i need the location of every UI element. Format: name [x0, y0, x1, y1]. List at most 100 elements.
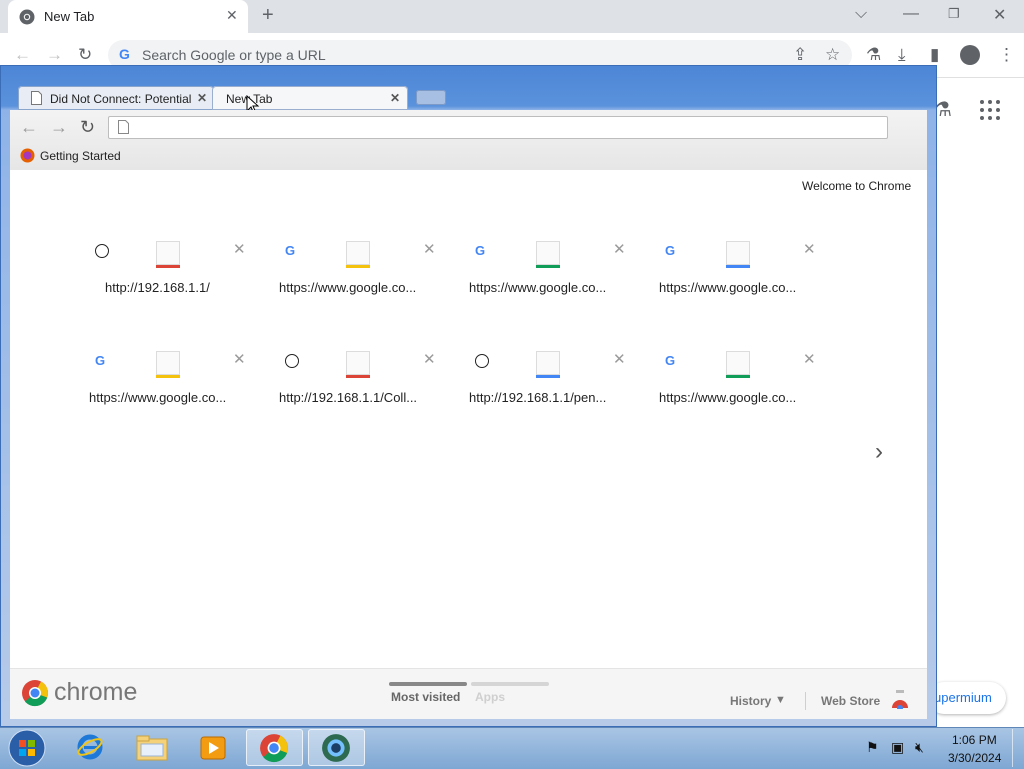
new-tab-page	[10, 170, 927, 718]
chrome-wordmark: chrome	[54, 678, 138, 706]
remove-tile-icon[interactable]: ✕	[613, 350, 626, 368]
web-store-link[interactable]: Web Store	[821, 694, 880, 708]
forward-icon[interactable]: →	[46, 45, 63, 65]
close-tab-icon[interactable]: ✕	[390, 91, 400, 105]
media-player-icon	[200, 736, 226, 760]
welcome-link[interactable]: Welcome to Chrome	[802, 179, 911, 193]
remove-tile-icon[interactable]: ✕	[423, 350, 436, 368]
tile-label[interactable]: https://www.google.co...	[659, 280, 796, 295]
globe-icon	[95, 244, 109, 258]
close-window-button[interactable]: ✕	[993, 5, 1006, 25]
section-indicator-apps	[471, 682, 549, 686]
thumbnail[interactable]	[536, 351, 560, 375]
google-g-icon: G	[665, 353, 676, 368]
google-g-icon: G	[475, 243, 486, 258]
action-center-flag-icon[interactable]: ⚑	[866, 739, 879, 756]
labs-flask-icon[interactable]: ⚗	[866, 45, 881, 65]
omnibox-placeholder: Search Google or type a URL	[142, 47, 326, 63]
thumbnail[interactable]	[346, 241, 370, 265]
close-tab-icon[interactable]: ✕	[197, 91, 207, 105]
download-icon[interactable]: ⤓	[898, 45, 906, 65]
chrome-icon	[19, 9, 35, 25]
tile-label[interactable]: https://www.google.co...	[659, 390, 796, 405]
page-icon	[31, 91, 42, 105]
thumbnail[interactable]	[156, 241, 180, 265]
remove-tile-icon[interactable]: ✕	[803, 240, 816, 258]
share-icon[interactable]: ⇪	[793, 45, 807, 65]
file-explorer-icon	[136, 735, 168, 761]
old-new-tab-button[interactable]	[416, 90, 446, 105]
bookmark-getting-started[interactable]: Getting Started	[40, 149, 121, 163]
google-g-icon: G	[95, 353, 106, 368]
history-menu-button[interactable]: History	[730, 694, 771, 708]
volume-muted-icon[interactable]: 🔇︎	[915, 739, 924, 756]
page-icon	[118, 120, 129, 134]
web-store-icon	[892, 690, 908, 709]
tile-accent	[536, 265, 560, 268]
tile-accent	[726, 375, 750, 378]
old-omnibox[interactable]	[108, 116, 888, 139]
remove-tile-icon[interactable]: ✕	[613, 240, 626, 258]
tile-label[interactable]: https://www.google.co...	[469, 280, 606, 295]
tray-date[interactable]: 3/30/2024	[948, 751, 1001, 765]
reload-icon[interactable]: ↻	[78, 45, 92, 65]
tile-accent	[346, 265, 370, 268]
side-panel-icon[interactable]: ▮	[930, 45, 939, 65]
restore-button[interactable]: ❐	[948, 6, 960, 22]
supermium-icon	[322, 734, 350, 762]
tile-accent	[156, 265, 180, 268]
ntp-footer	[10, 668, 927, 719]
tile-label[interactable]: http://192.168.1.1/	[105, 280, 210, 295]
new-tab-button[interactable]: +	[262, 4, 274, 27]
apps-grid-icon[interactable]	[980, 100, 1000, 120]
reload-icon[interactable]: ↻	[80, 117, 95, 138]
outer-tab-title: New Tab	[44, 9, 95, 24]
chrome-logo-icon	[22, 680, 48, 707]
remove-tile-icon[interactable]: ✕	[803, 350, 816, 368]
globe-icon	[285, 354, 299, 368]
thumbnail[interactable]	[156, 351, 180, 375]
tray-time[interactable]: 1:06 PM	[952, 733, 997, 747]
google-g-icon: G	[285, 243, 296, 258]
section-most-visited[interactable]: Most visited	[391, 690, 460, 704]
customize-chip-label: upermium	[934, 690, 992, 705]
tile-accent	[726, 265, 750, 268]
thumbnail[interactable]	[346, 351, 370, 375]
chevron-right-icon[interactable]: ›	[875, 438, 883, 466]
tile-accent	[156, 375, 180, 378]
back-icon[interactable]: ←	[20, 117, 38, 138]
remove-tile-icon[interactable]: ✕	[233, 350, 246, 368]
close-tab-icon[interactable]: ✕	[226, 7, 238, 24]
thumbnail[interactable]	[536, 241, 560, 265]
minimize-button[interactable]: —	[903, 5, 919, 23]
tile-label[interactable]: https://www.google.co...	[89, 390, 226, 405]
section-apps[interactable]: Apps	[475, 690, 505, 704]
bookmark-star-icon[interactable]: ☆	[825, 45, 840, 65]
show-desktop-button[interactable]	[1012, 729, 1024, 767]
back-icon[interactable]: ←	[14, 45, 31, 65]
tile-label[interactable]: https://www.google.co...	[279, 280, 416, 295]
divider	[805, 692, 806, 710]
google-g-icon: G	[665, 243, 676, 258]
network-icon[interactable]: ▣	[891, 739, 904, 756]
chevron-down-icon: ▼	[775, 694, 786, 706]
tile-label[interactable]: http://192.168.1.1/Coll...	[279, 390, 417, 405]
globe-icon	[475, 354, 489, 368]
internet-explorer-icon	[77, 734, 103, 760]
menu-kebab-icon[interactable]: ⋮	[998, 45, 1015, 65]
windows-start-icon[interactable]	[8, 729, 46, 767]
firefox-icon	[20, 148, 35, 163]
old-tab-title: Did Not Connect: Potential	[50, 92, 192, 106]
remove-tile-icon[interactable]: ✕	[233, 240, 246, 258]
chrome-icon	[260, 734, 288, 763]
forward-icon[interactable]: →	[50, 117, 68, 138]
remove-tile-icon[interactable]: ✕	[423, 240, 436, 258]
profile-avatar-icon[interactable]	[960, 45, 980, 65]
tab-search-icon[interactable]: ⌵	[855, 5, 867, 23]
tile-accent	[536, 375, 560, 378]
google-g-icon: G	[119, 46, 130, 62]
section-indicator-most-visited	[389, 682, 467, 686]
tile-label[interactable]: http://192.168.1.1/pen...	[469, 390, 606, 405]
thumbnail[interactable]	[726, 241, 750, 265]
thumbnail[interactable]	[726, 351, 750, 375]
